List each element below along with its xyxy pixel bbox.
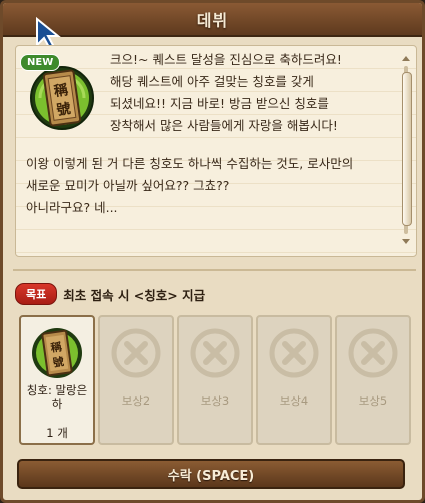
reward-slot-3[interactable]: 보상3: [177, 315, 253, 445]
svg-text:號: 號: [52, 354, 65, 369]
quest-dialog: 데뷔 NEW 稱 號 크으!~ 퀘스트 달성을 진심으로 축하드려요! 해당 퀘…: [0, 0, 425, 503]
goal-text: 최초 접속 시 <칭호> 지급: [63, 287, 206, 303]
x-icon: [111, 328, 161, 378]
goal-tag: 목표: [15, 283, 58, 305]
title-medal-icon: 稱 號: [32, 328, 82, 378]
reward-count: 1 개: [46, 426, 68, 440]
reward-slot-4[interactable]: 보상4: [256, 315, 332, 445]
reward-label: 칭호: 말랑은 하: [26, 383, 88, 411]
x-icon: [348, 328, 398, 378]
svg-text:稱: 稱: [53, 81, 69, 100]
x-icon: [190, 328, 240, 378]
reward-label: 보상3: [200, 394, 230, 408]
svg-text:稱: 稱: [50, 339, 63, 354]
x-icon: [269, 328, 319, 378]
divider: [13, 269, 416, 271]
scroll-thumb[interactable]: [402, 72, 412, 226]
reward-slot-1[interactable]: 稱 號 칭호: 말랑은 하 1 개: [19, 315, 95, 445]
reward-label: 보상2: [121, 394, 151, 408]
reward-label: 보상4: [279, 394, 309, 408]
new-badge: NEW: [20, 54, 61, 71]
dialog-title: 데뷔: [196, 11, 229, 30]
goal-row: 목표 최초 접속 시 <칭호> 지급: [15, 283, 205, 305]
reward-slot-5[interactable]: 보상5: [335, 315, 411, 445]
accept-button[interactable]: 수락 (SPACE): [17, 459, 405, 489]
svg-text:號: 號: [55, 100, 71, 119]
scrollbar[interactable]: [401, 54, 412, 246]
reward-slots: 稱 號 칭호: 말랑은 하 1 개 보상2 보상3 보상4 보상5: [19, 315, 411, 445]
message-panel: NEW 稱 號 크으!~ 퀘스트 달성을 진심으로 축하드려요! 해당 퀘스트에…: [15, 45, 417, 257]
message-text-1: 크으!~ 퀘스트 달성을 진심으로 축하드려요! 해당 퀘스트에 아주 걸맞는 …: [110, 52, 342, 133]
scroll-up-icon[interactable]: [401, 54, 411, 62]
scroll-down-icon[interactable]: [401, 238, 411, 246]
reward-label: 보상5: [358, 394, 388, 408]
reward-slot-2[interactable]: 보상2: [98, 315, 174, 445]
message-text-2: 이왕 이렇게 된 거 다른 칭호도 하나씩 수집하는 것도, 로사만의 새로운 …: [26, 156, 354, 215]
title-medal-badge: NEW 稱 號: [20, 50, 100, 132]
